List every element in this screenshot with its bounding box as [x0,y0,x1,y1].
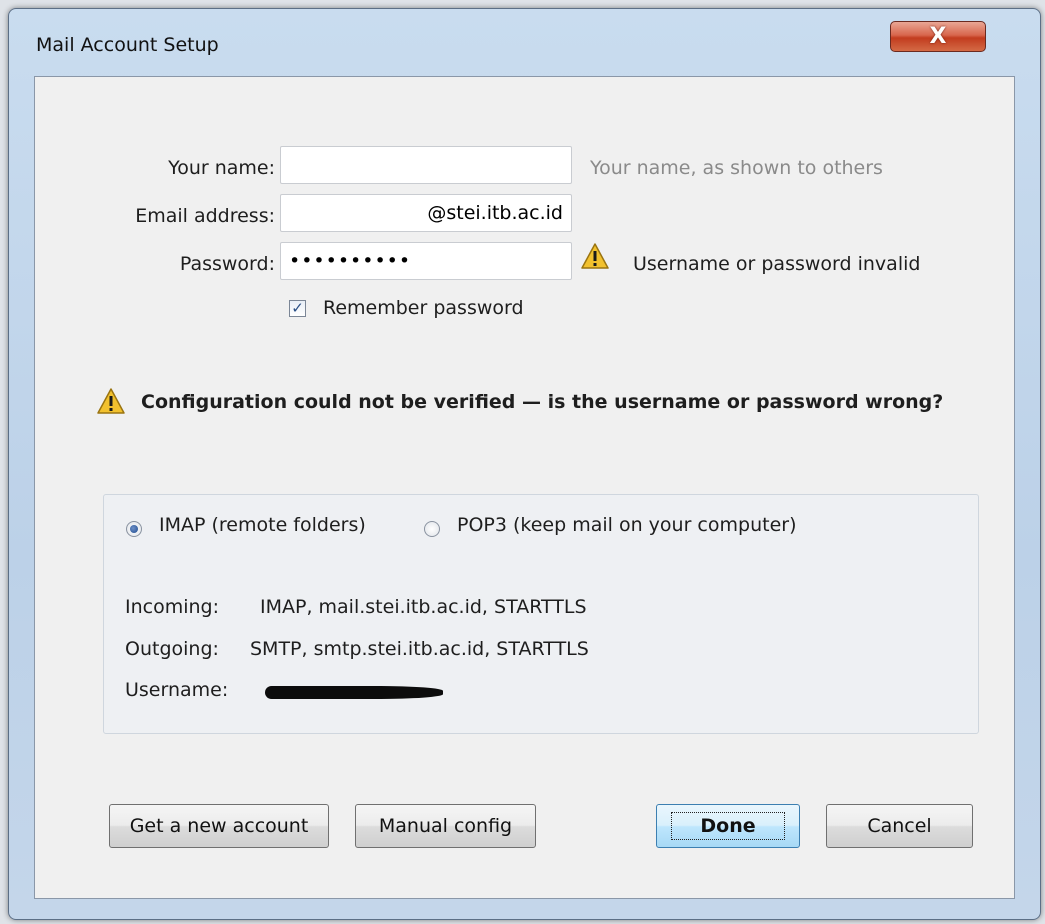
get-new-account-button[interactable]: Get a new account [109,804,329,848]
checkmark-icon: ✓ [291,299,304,317]
email-label-text: Email address: [135,205,275,227]
dialog-title: Mail Account Setup [36,34,219,56]
remember-password-label[interactable]: Remember password [323,297,524,319]
email-input[interactable] [280,194,572,232]
name-label: Your name: [35,157,275,179]
password-warning-text: Username or password invalid [633,253,921,275]
email-label: Email address: [35,205,275,227]
incoming-value: IMAP, mail.stei.itb.ac.id, STARTTLS [260,596,587,618]
mail-account-setup-dialog: Mail Account Setup X Your name: Your nam… [8,8,1041,920]
done-button[interactable]: Done [656,804,800,848]
redacted-username [265,686,443,699]
incoming-label: Incoming: [125,596,220,618]
close-button[interactable]: X [890,21,986,52]
name-hint: Your name, as shown to others [590,157,883,179]
outgoing-value: SMTP, smtp.stei.itb.ac.id, STARTTLS [250,638,589,660]
imap-label[interactable]: IMAP (remote folders) [159,514,366,536]
cancel-button[interactable]: Cancel [826,804,973,848]
pop3-radio[interactable] [424,521,440,537]
manual-config-button[interactable]: Manual config [355,804,536,848]
cancel-label: Cancel [867,815,932,837]
remember-password-checkbox[interactable]: ✓ [289,300,306,317]
manual-config-label: Manual config [378,815,513,837]
password-input[interactable] [280,242,572,280]
warning-icon [581,243,609,269]
server-settings-panel: IMAP (remote folders) POP3 (keep mail on… [103,494,979,734]
imap-radio[interactable] [126,521,142,537]
outgoing-label: Outgoing: [125,638,219,660]
password-label-text: Password: [179,253,275,275]
done-label: Done [671,812,785,840]
name-label-text: Your name: [168,157,275,179]
get-new-account-label: Get a new account [129,815,309,837]
pop3-label[interactable]: POP3 (keep mail on your computer) [457,514,796,536]
name-input[interactable] [280,146,572,184]
username-label: Username: [125,679,229,701]
dialog-content: Your name: Your name, as shown to others… [34,76,1015,899]
config-error-message: Configuration could not be verified — is… [141,391,944,413]
close-icon: X [929,24,947,49]
config-warning-icon [97,388,125,414]
password-label: Password: [35,253,275,275]
